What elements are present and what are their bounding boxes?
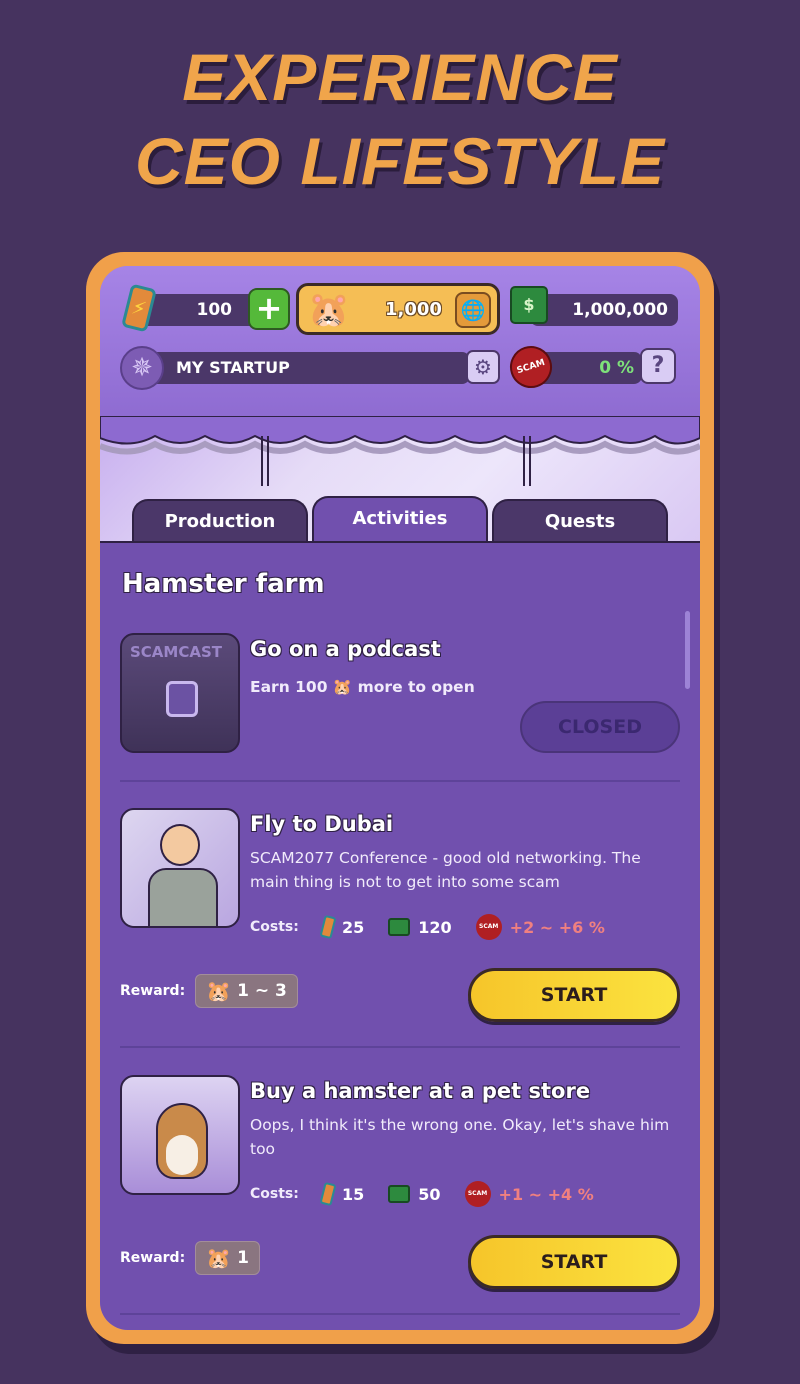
start-button[interactable]: START: [468, 968, 680, 1022]
add-energy-button[interactable]: +: [248, 288, 290, 330]
pet-store-thumbnail: [120, 1075, 240, 1195]
costs-label: Costs:: [250, 919, 299, 935]
cash-stack-icon: [388, 1185, 411, 1203]
hamster-coin-icon: 🐹: [332, 678, 353, 696]
globe-icon[interactable]: 🌐: [455, 292, 491, 328]
scam-cost: SCAM +2 ~ +6 %: [475, 914, 605, 940]
lock-note-suffix: more to open: [357, 678, 475, 696]
lock-note-prefix: Earn: [250, 678, 290, 696]
energy-cost: 15: [319, 1181, 365, 1207]
scam-value: 0 %: [599, 358, 634, 378]
hamster-face-icon: 🐹: [307, 290, 351, 330]
scam-seal-icon: SCAM: [464, 1181, 491, 1207]
startup-name-bar[interactable]: MY STARTUP: [140, 352, 470, 384]
help-button[interactable]: ?: [640, 348, 676, 384]
cash-counter: 1,000,000: [530, 294, 678, 326]
tab-production[interactable]: Production: [132, 499, 308, 543]
scamcast-logo: SCAMCAST: [130, 643, 222, 661]
tab-activities[interactable]: Activities: [312, 496, 488, 544]
awning-decoration: [100, 416, 700, 486]
lock-icon: [166, 681, 198, 717]
energy-cost-value: 25: [342, 917, 365, 937]
energy-counter: 100: [140, 294, 258, 326]
hamster-face-icon: 🐹: [206, 979, 232, 1003]
cash-cost-value: 50: [418, 1184, 441, 1204]
cash-stack-icon: [388, 918, 411, 936]
energy-cost: 25: [319, 914, 365, 940]
start-button[interactable]: START: [468, 1235, 680, 1289]
cash-value: 1,000,000: [572, 300, 668, 320]
reward-chip: 🐹 1: [195, 1241, 260, 1275]
reward-label: Reward:: [120, 1250, 186, 1266]
costs-label: Costs:: [250, 1186, 299, 1202]
activity-card-podcast: SCAMCAST Go on a podcast Earn 100 🐹 more…: [120, 633, 680, 763]
man-shirt: [148, 868, 218, 926]
activity-title: Buy a hamster at a pet store: [250, 1079, 591, 1103]
scam-cost: SCAM +1 ~ +4 %: [464, 1181, 594, 1207]
reward-row: Reward: 🐹 1 ~ 3: [120, 974, 298, 1008]
activity-card-pet-store: Buy a hamster at a pet store Oops, I thi…: [120, 1075, 680, 1289]
divider: [120, 1046, 680, 1048]
hamster-face-icon: 🐹: [206, 1246, 232, 1270]
gear-icon[interactable]: ⚙: [466, 350, 500, 384]
activity-description: Oops, I think it's the wrong one. Okay, …: [250, 1116, 670, 1158]
startup-name: MY STARTUP: [176, 358, 290, 377]
cash-cost: 120: [388, 917, 452, 937]
activity-card-dubai: Fly to Dubai SCAM2077 Conference - good …: [120, 808, 680, 1022]
hamster-coin-counter: 🐹 1,000 🌐: [296, 283, 500, 335]
hamster-belly: [166, 1135, 198, 1175]
activity-title: Go on a podcast: [250, 637, 441, 661]
divider: [120, 780, 680, 782]
scam-cost-value: +2 ~ +6 %: [509, 917, 605, 937]
scam-cost-value: +1 ~ +4 %: [498, 1184, 594, 1204]
cash-cost-value: 120: [418, 917, 452, 937]
reward-value: 1: [237, 1248, 249, 1268]
energy-can-icon: [319, 914, 337, 940]
star-badge-icon: ✵: [120, 346, 164, 390]
activity-description: SCAM2077 Conference - good old networkin…: [250, 849, 641, 891]
cash-cost: 50: [388, 1184, 441, 1204]
reward-label: Reward:: [120, 983, 186, 999]
tab-quests[interactable]: Quests: [492, 499, 668, 543]
section-title: Hamster farm: [122, 569, 325, 599]
man-face: [160, 824, 200, 866]
lock-note: Earn 100 🐹 more to open: [250, 675, 670, 699]
reward-row: Reward: 🐹 1: [120, 1241, 260, 1275]
activity-title: Fly to Dubai: [250, 812, 394, 836]
costs-row: Costs: 15 50 SCAM +1 ~ +4 %: [250, 1181, 618, 1207]
energy-value: 100: [196, 300, 233, 320]
closed-button[interactable]: CLOSED: [520, 701, 680, 753]
energy-cost-value: 15: [342, 1184, 365, 1204]
activities-panel: Hamster farm SCAMCAST Go on a podcast Ea…: [100, 541, 700, 1330]
scam-seal-icon: SCAM: [475, 914, 502, 940]
phone-frame: 100 ⚡ + 🐹 1,000 🌐 1,000,000 $ MY STARTUP…: [86, 252, 714, 1344]
reward-value: 1 ~ 3: [237, 981, 287, 1001]
scrollbar[interactable]: [685, 611, 690, 689]
podcast-thumbnail: SCAMCAST: [120, 633, 240, 753]
headline-line-1: EXPERIENCE: [182, 40, 618, 114]
cash-stack-icon: $: [510, 286, 548, 324]
headline-line-2: CEO LIFESTYLE: [134, 124, 666, 198]
dubai-thumbnail: [120, 808, 240, 928]
divider: [120, 1313, 680, 1315]
reward-chip: 🐹 1 ~ 3: [195, 974, 298, 1008]
lock-note-amount: 100: [295, 678, 328, 696]
game-screen: 100 ⚡ + 🐹 1,000 🌐 1,000,000 $ MY STARTUP…: [100, 266, 700, 1330]
energy-can-icon: [319, 1181, 337, 1207]
coin-value: 1,000: [385, 299, 442, 320]
costs-row: Costs: 25 120 SCAM +2 ~ +6 %: [250, 914, 629, 940]
